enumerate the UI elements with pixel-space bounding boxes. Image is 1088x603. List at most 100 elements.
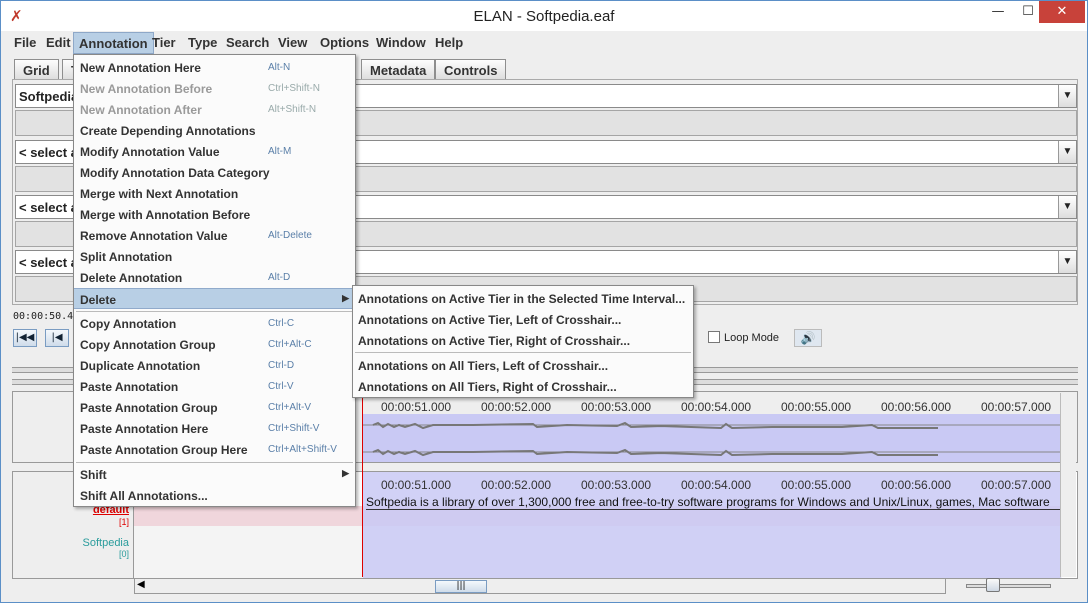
zoom-slider-track[interactable] bbox=[966, 584, 1051, 588]
minimize-button[interactable]: — bbox=[981, 1, 1015, 23]
shortcut-label: Alt-M bbox=[268, 146, 292, 157]
menu-item-paste-annotation[interactable]: Paste Annotation Ctrl-V bbox=[74, 376, 355, 397]
tab-grid[interactable]: Grid bbox=[14, 59, 59, 80]
shortcut-label: Ctrl-V bbox=[268, 381, 294, 392]
submenu-item-all-tiers-right[interactable]: Annotations on All Tiers, Right of Cross… bbox=[353, 376, 693, 397]
waveform-graphic bbox=[363, 421, 1061, 457]
shortcut-label: Ctrl+Alt-C bbox=[268, 339, 312, 350]
menu-item-duplicate[interactable]: Duplicate Annotation Ctrl-D bbox=[74, 355, 355, 376]
menu-item-copy-group[interactable]: Copy Annotation Group Ctrl+Alt-C bbox=[74, 334, 355, 355]
menu-item-delete-annotation[interactable]: Delete Annotation Alt-D bbox=[74, 267, 355, 288]
chevron-down-icon[interactable]: ▼ bbox=[1058, 141, 1076, 163]
menu-item-merge-before[interactable]: Merge with Annotation Before bbox=[74, 204, 355, 225]
menu-item-label: Delete Annotation bbox=[80, 271, 183, 285]
menu-item-label: Create Depending Annotations bbox=[80, 124, 256, 138]
zoom-slider-handle[interactable] bbox=[986, 578, 1000, 592]
waveform[interactable] bbox=[363, 414, 1061, 462]
menu-item-new-annotation-before[interactable]: New Annotation Before Ctrl+Shift-N bbox=[74, 78, 355, 99]
menu-item-new-annotation-here[interactable]: New Annotation Here Alt-N bbox=[74, 57, 355, 78]
menu-window[interactable]: Window bbox=[371, 34, 431, 53]
menu-item-new-annotation-after[interactable]: New Annotation After Alt+Shift-N bbox=[74, 99, 355, 120]
menu-item-delete-submenu[interactable]: Delete ▶ bbox=[74, 288, 355, 309]
previous-frame-button[interactable]: |◀ bbox=[45, 329, 69, 347]
annotation-segment[interactable]: Softpedia is a library of over 1,300,000… bbox=[366, 495, 1060, 510]
menu-item-remove-value[interactable]: Remove Annotation Value Alt-Delete bbox=[74, 225, 355, 246]
checkbox-icon[interactable] bbox=[708, 331, 720, 343]
submenu-item-all-tiers-left[interactable]: Annotations on All Tiers, Left of Crossh… bbox=[353, 355, 693, 376]
ruler-tick-label: 00:00:55.000 bbox=[781, 478, 852, 492]
menu-annotation[interactable]: Annotation bbox=[73, 32, 154, 54]
tab-controls[interactable]: Controls bbox=[435, 59, 507, 80]
crosshair-line bbox=[362, 393, 363, 577]
submenu-item-active-tier-right[interactable]: Annotations on Active Tier, Right of Cro… bbox=[353, 330, 693, 351]
tier-select-3-value: < select a bbox=[19, 200, 78, 215]
ruler-tick-label: 00:00:56.000 bbox=[881, 400, 952, 414]
menu-item-label: Paste Annotation Group Here bbox=[80, 443, 248, 457]
menu-item-label: Duplicate Annotation bbox=[80, 359, 201, 373]
menu-item-label: Copy Annotation bbox=[80, 317, 177, 331]
horizontal-scrollbar[interactable]: ◀ ||| bbox=[134, 578, 946, 594]
loop-mode-checkbox[interactable]: Loop Mode bbox=[708, 331, 779, 344]
menu-item-label: Paste Annotation Group bbox=[80, 401, 218, 415]
tab-metadata[interactable]: Metadata bbox=[361, 59, 436, 80]
shortcut-label: Alt+Shift-N bbox=[268, 104, 317, 115]
menu-item-paste-group-here[interactable]: Paste Annotation Group Here Ctrl+Alt+Shif… bbox=[74, 439, 355, 460]
shortcut-label: Alt-Delete bbox=[268, 230, 312, 241]
window-title: ELAN - Softpedia.eaf bbox=[473, 8, 615, 25]
close-button[interactable]: ✕ bbox=[1039, 1, 1085, 23]
delete-submenu: Annotations on Active Tier in the Select… bbox=[352, 285, 694, 398]
ruler-tick-label: 00:00:52.000 bbox=[481, 478, 552, 492]
tier-count-softpedia: [0] bbox=[118, 549, 129, 559]
menu-item-paste-group[interactable]: Paste Annotation Group Ctrl+Alt-V bbox=[74, 397, 355, 418]
menu-separator bbox=[355, 352, 691, 353]
menu-tier[interactable]: Tier bbox=[147, 34, 181, 53]
menu-item-shift-submenu[interactable]: Shift ▶ bbox=[74, 464, 355, 485]
menu-item-copy-annotation[interactable]: Copy Annotation Ctrl-C bbox=[74, 313, 355, 334]
menu-search[interactable]: Search bbox=[221, 34, 274, 53]
menu-type[interactable]: Type bbox=[183, 34, 222, 53]
submenu-item-active-tier-left[interactable]: Annotations on Active Tier, Left of Cros… bbox=[353, 309, 693, 330]
menu-item-label: Modify Annotation Value bbox=[80, 145, 220, 159]
shortcut-label: Alt-D bbox=[268, 272, 291, 283]
menu-edit[interactable]: Edit bbox=[41, 34, 76, 53]
menu-item-label: Paste Annotation bbox=[80, 380, 179, 394]
title-bar: ✗ ELAN - Softpedia.eaf — ☐ ✕ bbox=[1, 1, 1087, 31]
menu-item-paste-here[interactable]: Paste Annotation Here Ctrl+Shift-V bbox=[74, 418, 355, 439]
menu-item-label: Delete bbox=[80, 293, 117, 307]
tier-count-default: [1] bbox=[118, 517, 129, 527]
ruler-tick-label: 00:00:53.000 bbox=[581, 478, 652, 492]
shortcut-label: Ctrl+Alt+Shift-V bbox=[268, 444, 337, 455]
menu-file[interactable]: File bbox=[9, 34, 41, 53]
submenu-arrow-icon: ▶ bbox=[342, 293, 349, 303]
shortcut-label: Ctrl+Alt-V bbox=[268, 402, 312, 413]
menu-item-modify-value[interactable]: Modify Annotation Value Alt-M bbox=[74, 141, 355, 162]
scroll-thumb[interactable]: ||| bbox=[435, 580, 487, 593]
menu-item-create-depending[interactable]: Create Depending Annotations bbox=[74, 120, 355, 141]
go-to-begin-button[interactable]: |◀◀ bbox=[13, 329, 37, 347]
ruler-tick-label: 00:00:53.000 bbox=[581, 400, 652, 414]
shortcut-label: Alt-N bbox=[268, 62, 291, 73]
ruler-tick-label: 00:00:54.000 bbox=[681, 478, 752, 492]
volume-speaker-icon[interactable]: 🔊 bbox=[794, 329, 822, 347]
submenu-item-active-tier-interval[interactable]: Annotations on Active Tier in the Select… bbox=[353, 288, 693, 309]
menu-item-split[interactable]: Split Annotation bbox=[74, 246, 355, 267]
tier-select-4-value: < select a bbox=[19, 255, 78, 270]
shortcut-label: Ctrl-D bbox=[268, 360, 295, 371]
vertical-scrollbar[interactable] bbox=[1060, 393, 1076, 577]
menu-item-merge-next[interactable]: Merge with Next Annotation bbox=[74, 183, 355, 204]
tier-select-1-value: Softpedia bbox=[19, 89, 79, 104]
menu-help[interactable]: Help bbox=[430, 34, 468, 53]
app-window: ✗ ELAN - Softpedia.eaf — ☐ ✕ File Edit A… bbox=[0, 0, 1088, 603]
chevron-down-icon[interactable]: ▼ bbox=[1058, 251, 1076, 273]
tier-name-softpedia[interactable]: Softpedia bbox=[83, 537, 129, 549]
menu-item-modify-data-category[interactable]: Modify Annotation Data Category bbox=[74, 162, 355, 183]
ruler-tick-label: 00:00:55.000 bbox=[781, 400, 852, 414]
menu-view[interactable]: View bbox=[273, 34, 312, 53]
chevron-down-icon[interactable]: ▼ bbox=[1058, 196, 1076, 218]
menu-item-shift-all[interactable]: Shift All Annotations... bbox=[74, 485, 355, 506]
chevron-down-icon[interactable]: ▼ bbox=[1058, 85, 1076, 107]
menu-options[interactable]: Options bbox=[315, 34, 374, 53]
shortcut-label: Ctrl+Shift-N bbox=[268, 83, 320, 94]
scroll-left-icon[interactable]: ◀ bbox=[137, 579, 145, 590]
menu-item-label: Paste Annotation Here bbox=[80, 422, 209, 436]
